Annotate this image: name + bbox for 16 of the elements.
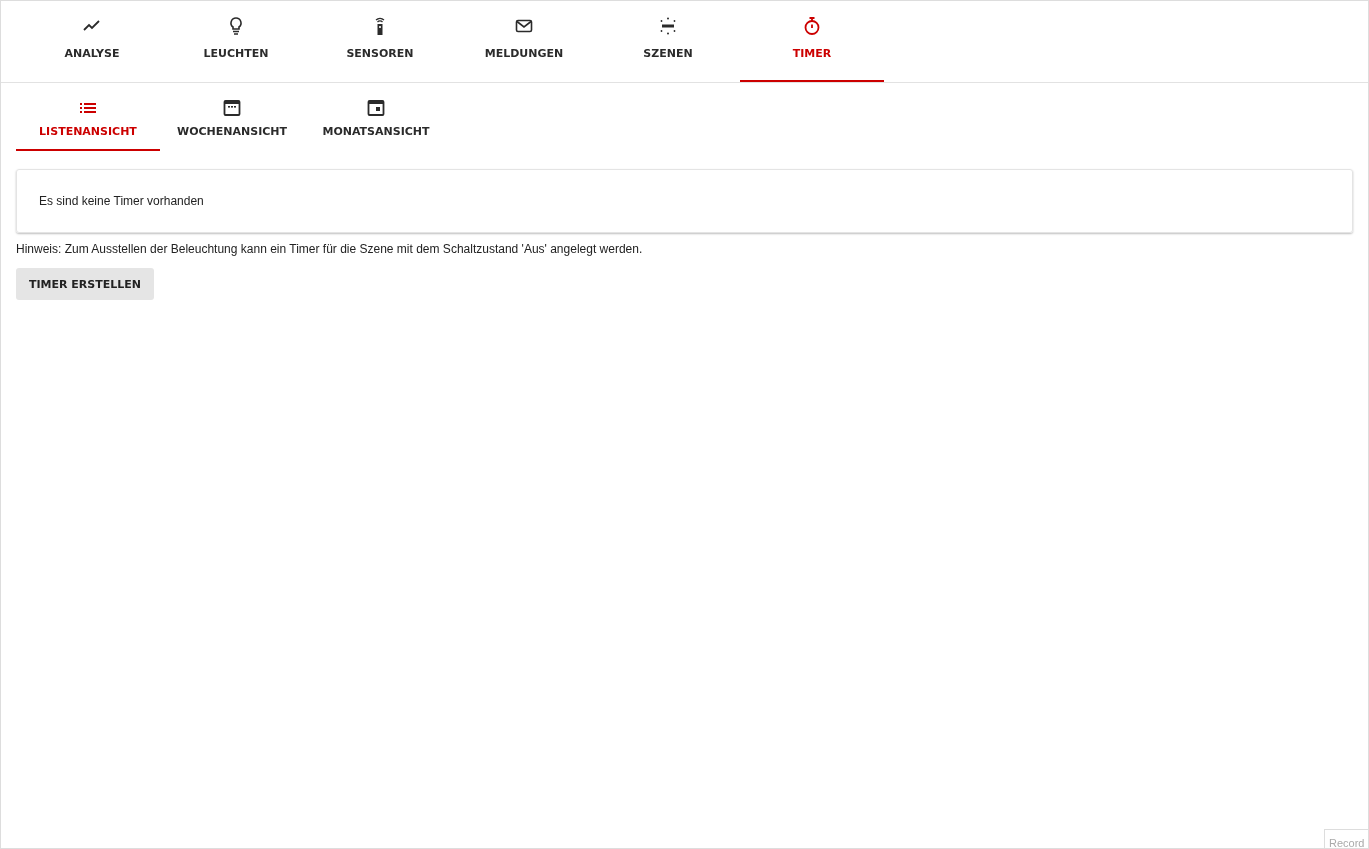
create-timer-button[interactable]: TIMER ERSTELLEN (16, 268, 154, 300)
main-tab[interactable]: MELDUNGEN (452, 1, 596, 82)
main-tab[interactable]: SZENEN (596, 1, 740, 82)
calendar-month-icon (366, 98, 386, 118)
calendar-week-icon (222, 98, 242, 118)
main-tab[interactable]: LEUCHTEN (164, 1, 308, 82)
empty-message: Es sind keine Timer vorhanden (39, 194, 204, 208)
view-tab[interactable]: WOCHENANSICHT (160, 90, 304, 151)
main-tab[interactable]: ANALYSE (20, 1, 164, 82)
view-tab[interactable]: LISTENANSICHT (16, 90, 160, 151)
main-tab[interactable]: TIMER (740, 1, 884, 82)
main-tab[interactable]: SENSOREN (308, 1, 452, 82)
stopwatch-icon (802, 16, 822, 36)
view-tab[interactable]: MONATSANSICHT (304, 90, 448, 151)
scene-icon (658, 16, 678, 36)
hint-text: Hinweis: Zum Ausstellen der Beleuchtung kann ein Timer für die Szene mit dem Schaltzustand 'Aus' angelegt werden. (16, 242, 644, 256)
